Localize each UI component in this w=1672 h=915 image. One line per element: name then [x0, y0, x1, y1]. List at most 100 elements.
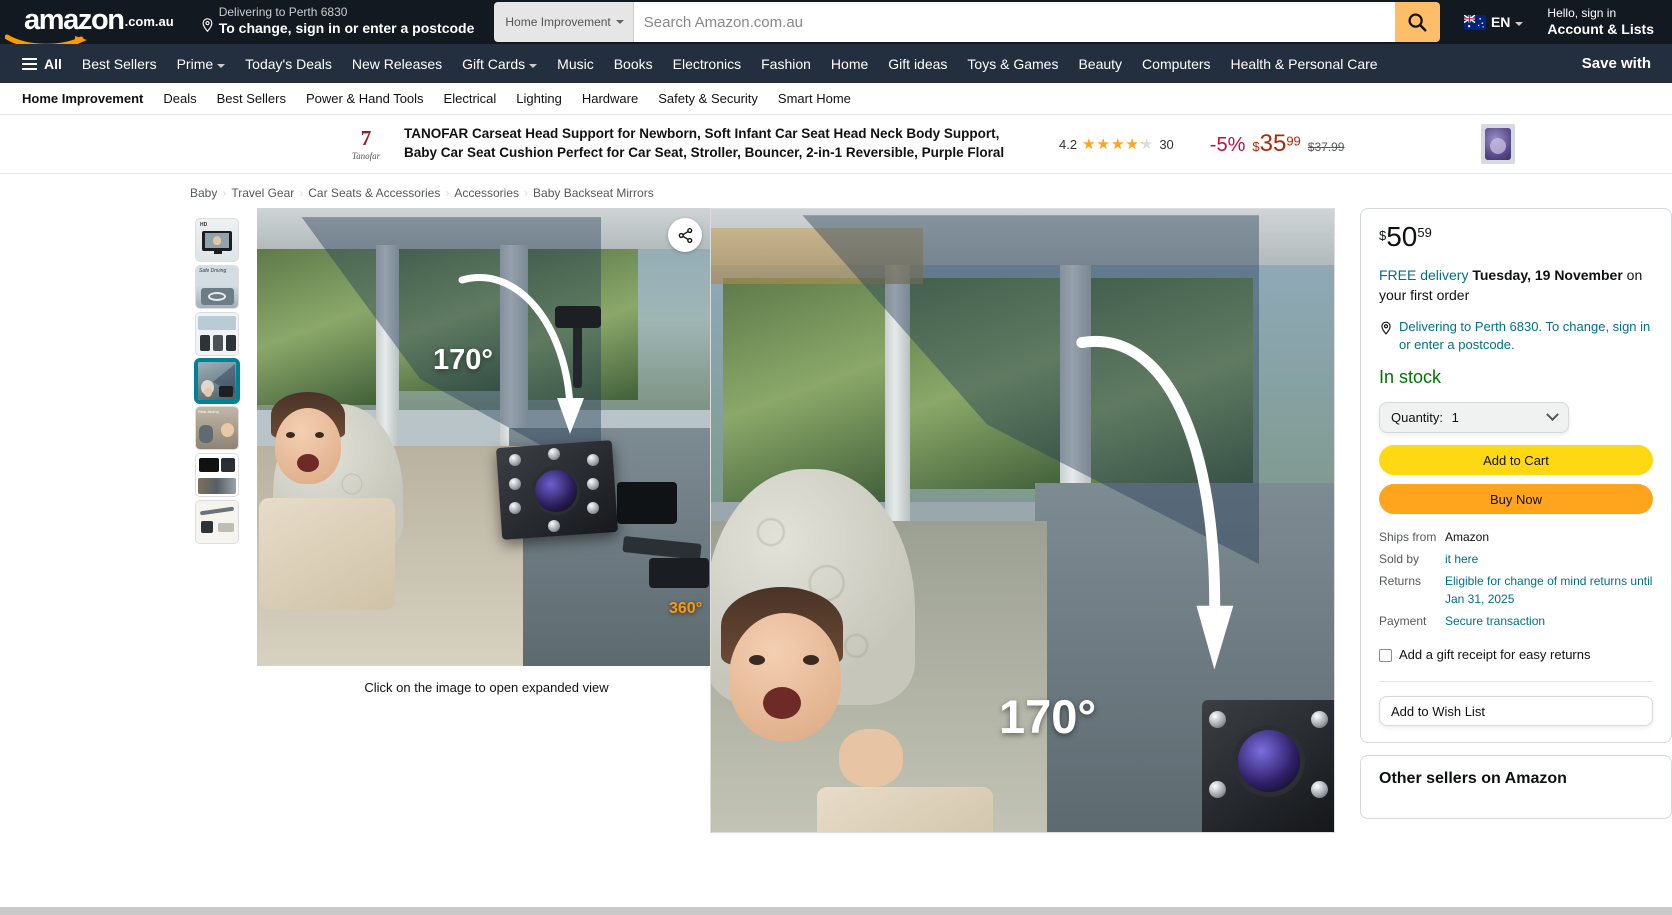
delivery-location-button[interactable]: Delivering to Perth 6830 To change, sign… [190, 0, 485, 45]
nav-item-gift-cards[interactable]: Gift Cards [452, 48, 547, 80]
subnav-item-deals[interactable]: Deals [153, 86, 206, 111]
nav-item-new-releases[interactable]: New Releases [342, 48, 452, 80]
thumbnail-strip: HD Safe Driving Rear-facing [195, 208, 249, 695]
breadcrumb-separator: › [445, 186, 450, 200]
main-product-image[interactable]: 170° 360° [257, 208, 716, 666]
nav-item-label: Music [557, 55, 594, 72]
breadcrumb-link[interactable]: Baby Backseat Mirrors [533, 186, 654, 200]
nav-item-beauty[interactable]: Beauty [1068, 48, 1132, 80]
thumbnail-6-screen-set[interactable] [195, 453, 239, 497]
horizontal-scrollbar[interactable] [0, 907, 1672, 915]
breadcrumb-link[interactable]: Travel Gear [231, 186, 294, 200]
subnav-item-hardware[interactable]: Hardware [572, 86, 648, 111]
nav-item-computers[interactable]: Computers [1132, 48, 1220, 80]
breadcrumb-separator: › [524, 186, 529, 200]
product-price: $ 50 59 [1379, 223, 1653, 251]
price-whole: 50 [1386, 221, 1418, 252]
nav-item-fashion[interactable]: Fashion [751, 48, 821, 80]
add-to-cart-button[interactable]: Add to Cart [1379, 445, 1653, 476]
nav-item-electronics[interactable]: Electronics [663, 48, 751, 80]
thumbnail-1-monitor[interactable]: HD [195, 218, 239, 262]
seller-meta-table: Ships from Amazon Sold by it here Returns Eli… [1379, 528, 1653, 630]
hamburger-menu-icon [22, 57, 37, 70]
nav-item-label: Best Sellers [81, 55, 157, 72]
subnav-item-lighting[interactable]: Lighting [506, 86, 572, 111]
share-icon [678, 227, 692, 243]
nav-promo-link[interactable]: Save with [1573, 48, 1660, 79]
account-menu[interactable]: Hello, sign in Account & Lists [1537, 2, 1664, 42]
thumbnail-4-170-degree-view[interactable] [195, 359, 239, 403]
thumbnail-5-rear-seat[interactable]: Rear-facing [195, 406, 239, 450]
meta-row: Ships from Amazon [1379, 528, 1653, 546]
product-content: HD Safe Driving Rear-facing 170° 360° Cl… [0, 208, 1672, 833]
add-to-wish-list-button[interactable]: Add to Wish List [1379, 696, 1653, 727]
delivery-location-text[interactable]: Delivering to Perth 6830. To change, sig… [1399, 318, 1653, 356]
nav-item-toys-games[interactable]: Toys & Games [957, 48, 1068, 80]
banner-product-thumbnail[interactable] [1481, 124, 1515, 164]
banner-rating-count: 30 [1159, 136, 1174, 152]
thumbnail-3-install-steps[interactable] [195, 312, 239, 356]
buy-now-button[interactable]: Buy Now [1379, 484, 1653, 515]
nav-item-prime[interactable]: Prime [167, 48, 236, 80]
chevron-down-icon [529, 63, 538, 68]
subnav-item-safety-security[interactable]: Safety & Security [648, 86, 768, 111]
sponsored-banner[interactable]: 7 Tanofar TANOFAR Carseat Head Support f… [0, 115, 1672, 174]
breadcrumb-link[interactable]: Car Seats & Accessories [308, 186, 440, 200]
share-button[interactable] [668, 218, 702, 252]
delivery-location-row[interactable]: Delivering to Perth 6830. To change, sig… [1379, 318, 1653, 356]
other-sellers-card: Other sellers on Amazon [1360, 755, 1672, 820]
subnav-item-best-sellers[interactable]: Best Sellers [207, 86, 296, 111]
nav-item-label: Gift Cards [462, 55, 526, 72]
nav-item-label: Health & Personal Care [1230, 55, 1378, 72]
subnav-item-smart-home[interactable]: Smart Home [768, 86, 861, 111]
location-pin-icon [202, 17, 213, 32]
language-selector[interactable]: EN [1454, 3, 1533, 41]
meta-value[interactable]: Eligible for change of mind returns unti… [1445, 572, 1653, 608]
language-code-label: EN [1490, 14, 1511, 30]
banner-price-block: -5% $3599 $37.99 [1210, 130, 1345, 158]
nav-all-menu-button[interactable]: All [12, 48, 72, 80]
gift-receipt-checkbox[interactable] [1379, 649, 1392, 663]
nav-item-home[interactable]: Home [821, 48, 878, 80]
gift-receipt-label: Add a gift receipt for easy returns [1399, 647, 1591, 663]
nav-item-music[interactable]: Music [547, 48, 604, 80]
thumbnail-2-safe-driving[interactable]: Safe Driving [195, 265, 239, 309]
nav-item-gift-ideas[interactable]: Gift ideas [878, 48, 957, 80]
nav-item-best-sellers[interactable]: Best Sellers [72, 48, 167, 80]
image-zoom-preview[interactable]: 170° [710, 208, 1335, 833]
australia-flag-icon [1463, 14, 1486, 30]
meta-key: Payment [1379, 614, 1427, 629]
delivery-date: Tuesday, 19 November [1472, 267, 1623, 283]
meta-key: Returns [1379, 574, 1422, 589]
nav-item-label: Beauty [1078, 55, 1123, 72]
breadcrumb-link[interactable]: Accessories [454, 186, 519, 200]
nav-item-label: Gift ideas [888, 55, 948, 72]
meta-value[interactable]: Secure transaction [1445, 612, 1545, 630]
subnav-item-home-improvement[interactable]: Home Improvement [12, 86, 153, 111]
banner-product-title[interactable]: TANOFAR Carseat Head Support for Newborn… [404, 125, 1029, 163]
nav-item-books[interactable]: Books [604, 48, 663, 80]
quantity-value: 1 [1451, 410, 1459, 426]
free-delivery-label[interactable]: FREE delivery [1379, 267, 1468, 283]
search-input[interactable] [633, 2, 1395, 42]
banner-rating[interactable]: 4.2 ★★★★★★★★★★ 30 [1059, 137, 1174, 152]
meta-value: Amazon [1445, 530, 1490, 545]
subnav-item-power-hand-tools[interactable]: Power & Hand Tools [296, 86, 434, 111]
delivery-location-line1: Delivering to Perth 6830 [218, 5, 348, 20]
search-category-dropdown[interactable]: Home Improvement [494, 2, 634, 42]
thumbnail-7-accessories[interactable] [195, 500, 239, 544]
nav-item-health-personal-care[interactable]: Health & Personal Care [1221, 48, 1388, 80]
subnav-items-container: Home Improvement Deals Best Sellers Power &… [12, 86, 861, 111]
nav-item-label: Prime [176, 55, 214, 72]
nav-item-today-s-deals[interactable]: Today's Deals [235, 48, 342, 80]
star-rating-icon: ★★★★★★★★★★ [1082, 135, 1155, 153]
breadcrumb-link[interactable]: Baby [190, 186, 217, 200]
search-submit-button[interactable] [1394, 2, 1440, 42]
subnav-item-electrical[interactable]: Electrical [434, 86, 507, 111]
gift-receipt-row[interactable]: Add a gift receipt for easy returns [1379, 646, 1653, 665]
amazon-logo[interactable]: amazon .com.au [5, 3, 184, 49]
site-header: amazon .com.au Delivering to Perth 6830 … [0, 0, 1672, 49]
quantity-selector[interactable]: Quantity: 1 [1379, 402, 1569, 434]
nav-item-label: Fashion [761, 55, 811, 72]
meta-value[interactable]: it here [1445, 550, 1478, 568]
